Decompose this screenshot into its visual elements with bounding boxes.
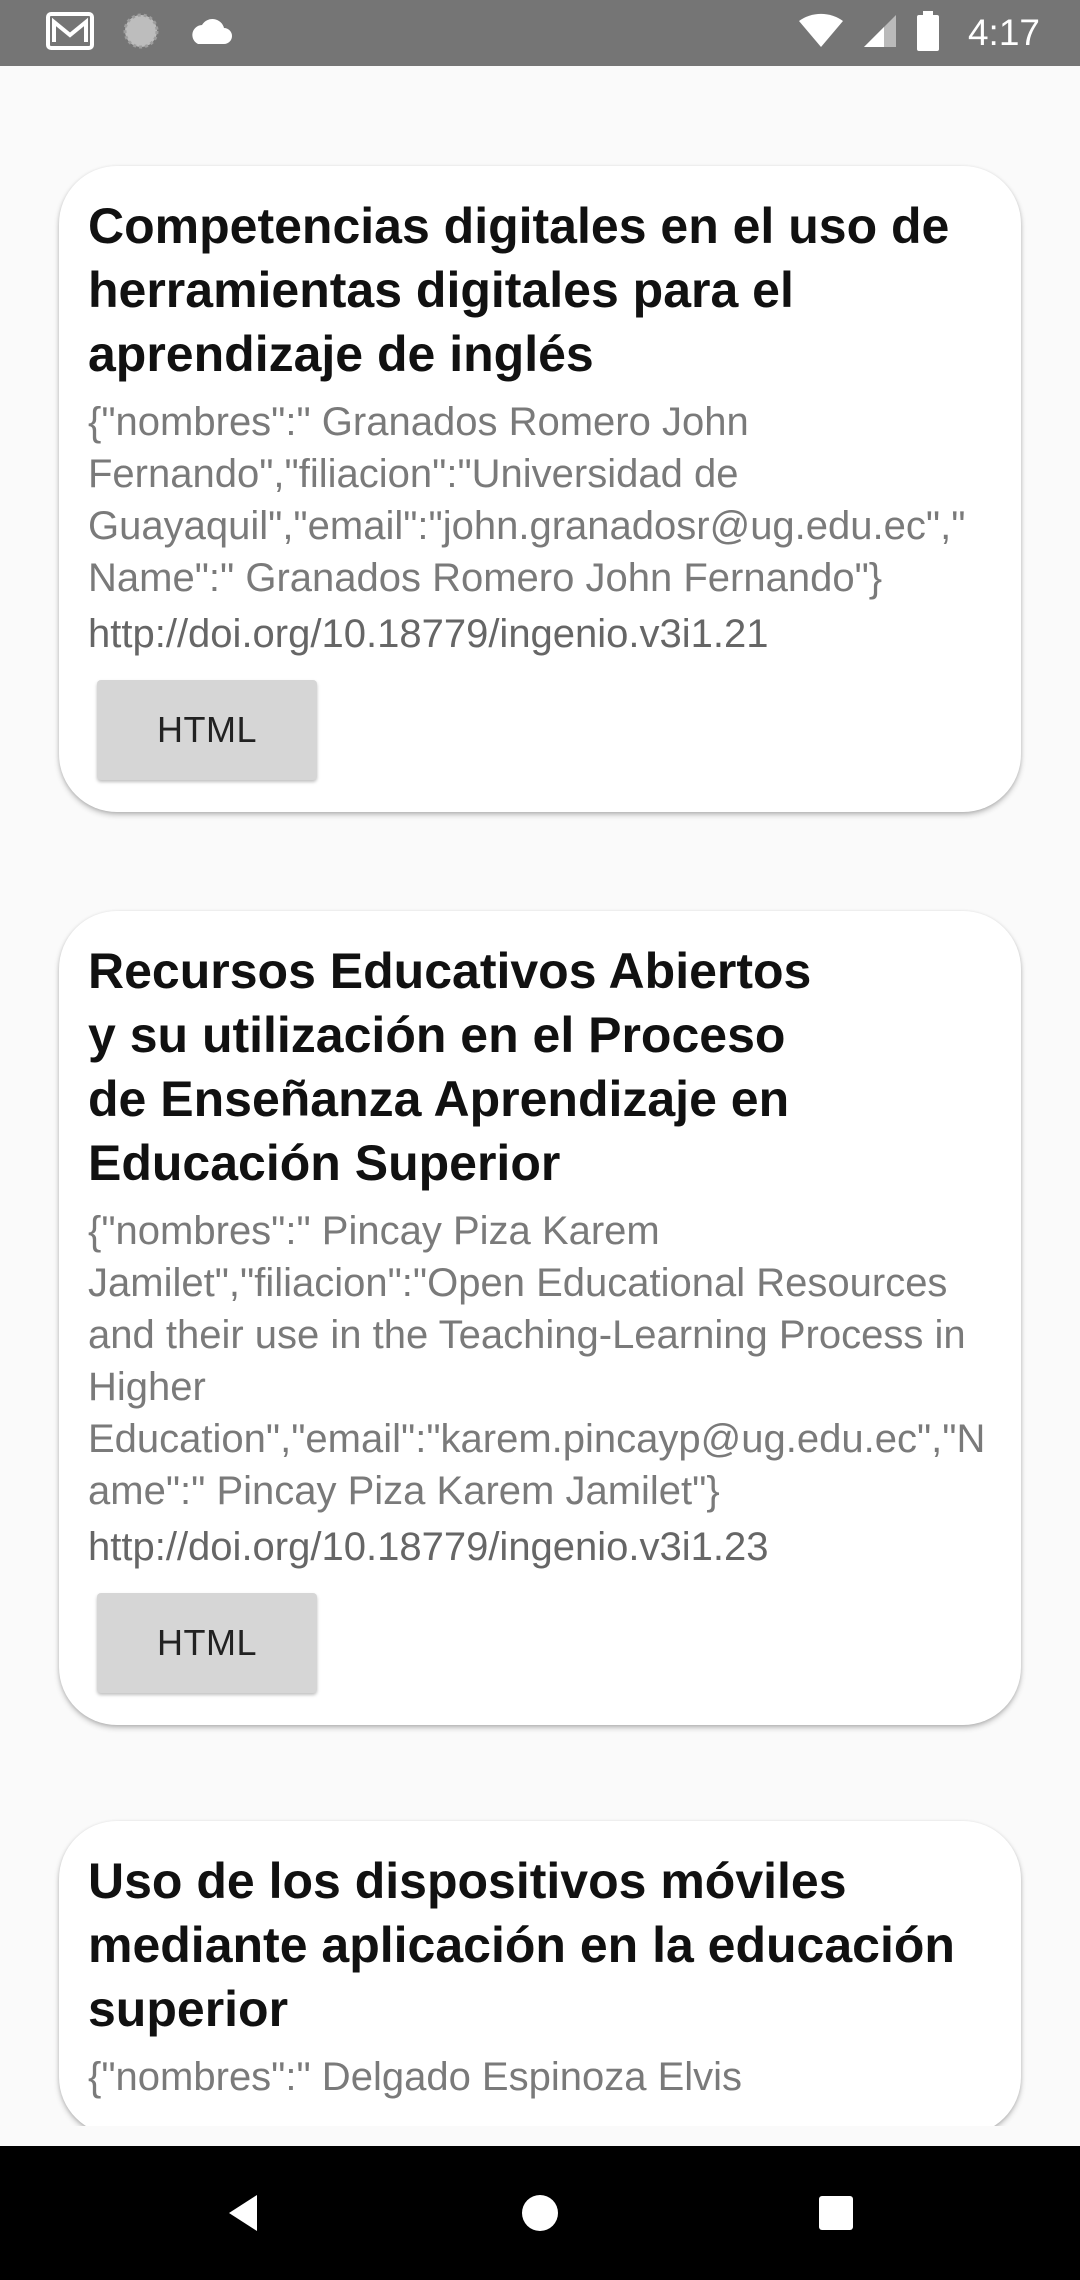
status-bar: 4:17 (0, 0, 1080, 66)
html-button[interactable]: HTML (97, 1593, 317, 1693)
back-icon[interactable] (183, 2146, 303, 2280)
battery-icon (916, 10, 940, 56)
home-icon[interactable] (480, 2146, 600, 2280)
article-title: Uso de los dispositivos móviles mediante… (88, 1853, 955, 2037)
recents-icon[interactable] (776, 2146, 896, 2280)
article-card[interactable]: Competencias digitales en el uso de herr… (59, 166, 1021, 812)
sync-icon (122, 12, 160, 55)
article-card[interactable]: Uso de los dispositivos móviles mediante… (59, 1821, 1021, 2126)
article-title: Competencias digitales en el uso de herr… (88, 198, 950, 382)
article-authors: {"nombres":" Granados Romero John Fernan… (88, 400, 966, 600)
status-bar-system: 4:17 (798, 10, 1040, 56)
article-doi[interactable]: http://doi.org/10.18779/ingenio.v3i1.23 (88, 1521, 993, 1573)
article-authors: {"nombres":" Pincay Piza Karem Jamilet",… (88, 1209, 986, 1513)
wifi-icon (798, 13, 844, 54)
cloud-icon (188, 16, 234, 51)
article-doi[interactable]: http://doi.org/10.18779/ingenio.v3i1.21 (88, 608, 993, 660)
status-bar-notifications (46, 11, 234, 55)
gmail-icon (46, 11, 94, 55)
signal-icon (862, 13, 898, 54)
article-title: Recursos Educativos Abiertos y su utiliz… (88, 943, 812, 1191)
clock: 4:17 (967, 12, 1040, 53)
article-list[interactable]: Competencias digitales en el uso de herr… (0, 66, 1080, 2126)
article-card[interactable]: Recursos Educativos Abiertos y su utiliz… (59, 911, 1021, 1725)
navigation-bar (0, 2146, 1080, 2280)
html-button[interactable]: HTML (97, 680, 317, 780)
article-authors: {"nombres":" Delgado Espinoza Elvis (88, 2055, 743, 2099)
